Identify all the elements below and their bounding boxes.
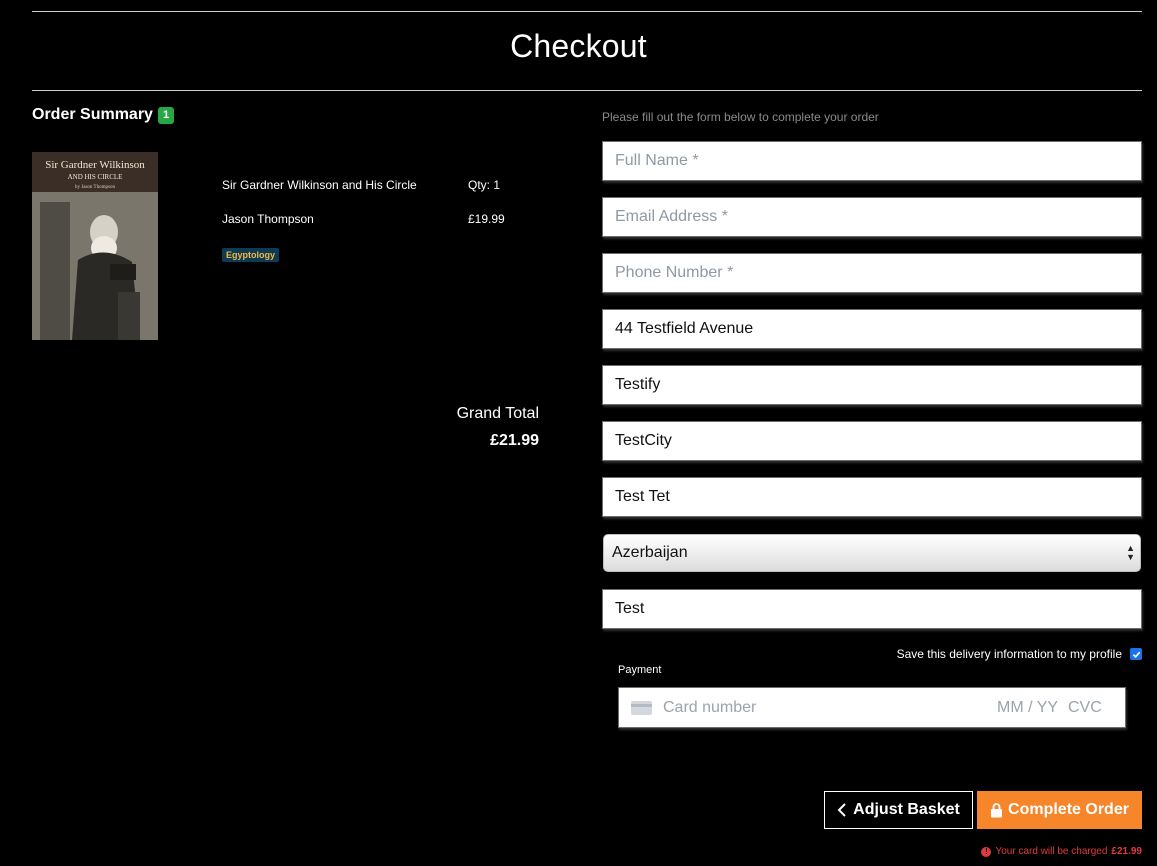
save-info-label: Save this delivery information to my pro… bbox=[896, 647, 1122, 661]
item-count-badge: 1 bbox=[157, 106, 175, 124]
grand-total-label: Grand Total bbox=[456, 405, 539, 422]
order-summary-title: Order Summary bbox=[32, 106, 153, 123]
complete-order-button[interactable]: Complete Order bbox=[977, 791, 1142, 829]
card-number-field[interactable]: Card number bbox=[663, 699, 756, 717]
checkmark-icon bbox=[1132, 651, 1140, 658]
email-input[interactable] bbox=[602, 197, 1142, 237]
category-badge[interactable]: Egyptology bbox=[222, 248, 279, 262]
select-arrows-icon: ▲ ▼ bbox=[1126, 543, 1135, 562]
town-input[interactable] bbox=[602, 365, 1142, 405]
phone-input[interactable] bbox=[602, 253, 1142, 293]
grand-total-value: £21.99 bbox=[490, 432, 539, 449]
order-summary-heading: Order Summary 1 bbox=[32, 106, 175, 124]
street-address-input[interactable] bbox=[602, 309, 1142, 349]
header-divider bbox=[32, 90, 1142, 91]
cover-title-line1: Sir Gardner Wilkinson bbox=[45, 159, 145, 171]
cover-title-line2: AND HIS CIRCLE bbox=[68, 173, 123, 181]
credit-card-icon bbox=[631, 701, 652, 715]
item-price: £19.99 bbox=[468, 212, 505, 226]
card-cvc-field[interactable]: CVC bbox=[1068, 699, 1102, 717]
county-input[interactable] bbox=[602, 589, 1142, 629]
charge-notice-text: Your card will be charged bbox=[995, 846, 1108, 857]
full-name-input[interactable] bbox=[602, 141, 1142, 181]
card-expiry-field[interactable]: MM / YY bbox=[997, 699, 1058, 717]
save-info-row: Save this delivery information to my pro… bbox=[700, 647, 1142, 661]
item-quantity: Qty: 1 bbox=[468, 178, 501, 192]
payment-label: Payment bbox=[618, 664, 662, 676]
postcode-input[interactable] bbox=[602, 477, 1142, 517]
save-info-checkbox[interactable] bbox=[1130, 648, 1142, 660]
charge-notice: ! Your card will be charged £21.99 bbox=[800, 846, 1142, 857]
card-element[interactable]: Card number MM / YY CVC bbox=[618, 687, 1126, 728]
exclamation-circle-icon: ! bbox=[981, 846, 992, 857]
form-hint: Please fill out the form below to comple… bbox=[602, 110, 879, 124]
item-title: Sir Gardner Wilkinson and His Circle bbox=[222, 178, 417, 192]
country-selected-value: Azerbaijan bbox=[612, 544, 688, 561]
item-author: Jason Thompson bbox=[222, 212, 314, 226]
lock-icon bbox=[991, 802, 1003, 817]
adjust-basket-button[interactable]: Adjust Basket bbox=[824, 791, 973, 829]
country-select[interactable]: Azerbaijan ▲ ▼ bbox=[603, 534, 1141, 572]
adjust-basket-label: Adjust Basket bbox=[853, 801, 960, 818]
city-input[interactable] bbox=[602, 421, 1142, 461]
charge-amount: £21.99 bbox=[1111, 846, 1142, 857]
chevron-left-icon bbox=[837, 803, 846, 817]
page-title: Checkout bbox=[510, 28, 647, 64]
cover-author: by Jason Thompson bbox=[75, 185, 115, 190]
top-divider bbox=[32, 11, 1142, 12]
complete-order-label: Complete Order bbox=[1008, 801, 1129, 818]
book-cover-art: Sir Gardner Wilkinson AND HIS CIRCLE by … bbox=[32, 152, 158, 340]
book-cover-image[interactable]: Sir Gardner Wilkinson AND HIS CIRCLE by … bbox=[32, 152, 158, 340]
